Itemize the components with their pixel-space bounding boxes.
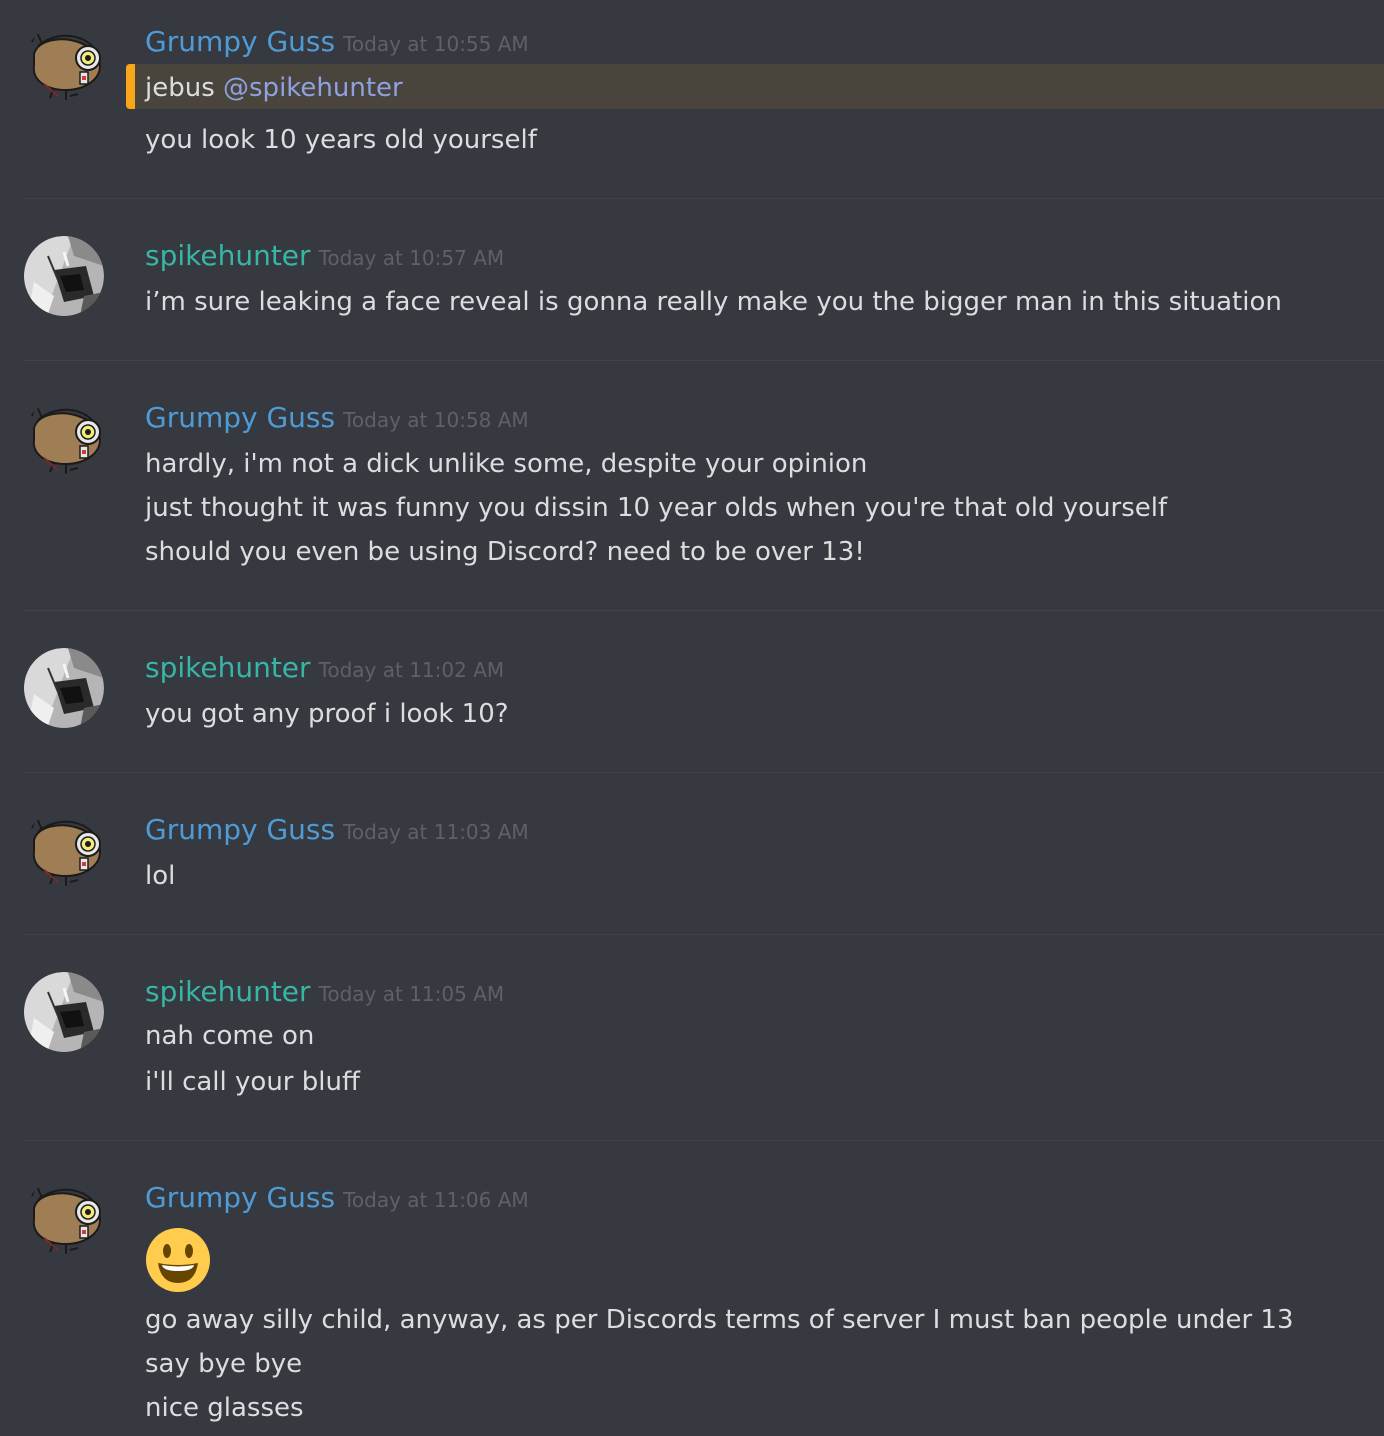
divider <box>24 772 1384 773</box>
message-header: Grumpy Guss Today at 10:55 AM <box>145 24 529 64</box>
message-header: spikehunter Today at 10:57 AM <box>145 238 504 278</box>
message-text: jebus @spikehunter <box>145 70 403 106</box>
divider <box>24 198 1384 199</box>
message-header: spikehunter Today at 11:05 AM <box>145 974 504 1014</box>
message-text: just thought it was funny you dissin 10 … <box>145 493 1168 523</box>
kiwi-bird-avatar-icon <box>24 24 104 104</box>
divider <box>24 360 1384 361</box>
mention-bar <box>126 64 135 109</box>
divider <box>24 1140 1384 1141</box>
message-text: nah come on <box>145 1021 315 1051</box>
message-text: you got any proof i look 10? <box>145 699 509 729</box>
message-text: lol <box>145 861 176 891</box>
timestamp: Today at 10:58 AM <box>343 408 529 432</box>
message-header: spikehunter Today at 11:02 AM <box>145 650 504 690</box>
message-text: say bye bye <box>145 1349 303 1379</box>
kiwi-bird-avatar-icon <box>24 1178 104 1258</box>
username[interactable]: Grumpy Guss <box>145 401 335 434</box>
timestamp: Today at 11:03 AM <box>343 820 529 844</box>
message-text: i'll call your bluff <box>145 1067 360 1097</box>
message-text: should you even be using Discord? need t… <box>145 537 865 567</box>
message-text: i’m sure leaking a face reveal is gonna … <box>145 287 1282 317</box>
kiwi-bird-avatar-icon <box>24 810 104 890</box>
timestamp: Today at 11:05 AM <box>318 982 505 1006</box>
avatar[interactable] <box>24 24 104 104</box>
grayscale-photo-avatar-icon <box>24 972 104 1052</box>
kiwi-bird-avatar-icon <box>24 398 104 478</box>
message-header: Grumpy Guss Today at 11:06 AM <box>145 1180 529 1220</box>
divider <box>24 610 1384 611</box>
message-text-part: jebus <box>145 73 215 103</box>
avatar[interactable] <box>24 972 104 1052</box>
message-header: Grumpy Guss Today at 11:03 AM <box>145 812 529 852</box>
username[interactable]: spikehunter <box>145 651 311 684</box>
avatar[interactable] <box>24 398 104 478</box>
username[interactable]: Grumpy Guss <box>145 813 335 846</box>
grayscale-photo-avatar-icon <box>24 648 104 728</box>
message-text: hardly, i'm not a dick unlike some, desp… <box>145 449 868 479</box>
message-text: go away silly child, anyway, as per Disc… <box>145 1305 1294 1335</box>
divider <box>24 934 1384 935</box>
timestamp: Today at 10:55 AM <box>343 32 529 56</box>
avatar[interactable] <box>24 810 104 890</box>
user-mention[interactable]: @spikehunter <box>223 73 403 103</box>
username[interactable]: Grumpy Guss <box>145 1181 335 1214</box>
username[interactable]: spikehunter <box>145 239 311 272</box>
timestamp: Today at 11:02 AM <box>318 658 505 682</box>
avatar[interactable] <box>24 236 104 316</box>
timestamp: Today at 10:57 AM <box>318 246 505 270</box>
grayscale-photo-avatar-icon <box>24 236 104 316</box>
message-text: you look 10 years old yourself <box>145 125 537 155</box>
message-text: nice glasses <box>145 1393 304 1423</box>
username[interactable]: spikehunter <box>145 975 311 1008</box>
smiley-emoji-icon[interactable] <box>145 1227 211 1293</box>
message-header: Grumpy Guss Today at 10:58 AM <box>145 400 529 440</box>
timestamp: Today at 11:06 AM <box>343 1188 529 1212</box>
avatar[interactable] <box>24 648 104 728</box>
username[interactable]: Grumpy Guss <box>145 25 335 58</box>
avatar[interactable] <box>24 1178 104 1258</box>
